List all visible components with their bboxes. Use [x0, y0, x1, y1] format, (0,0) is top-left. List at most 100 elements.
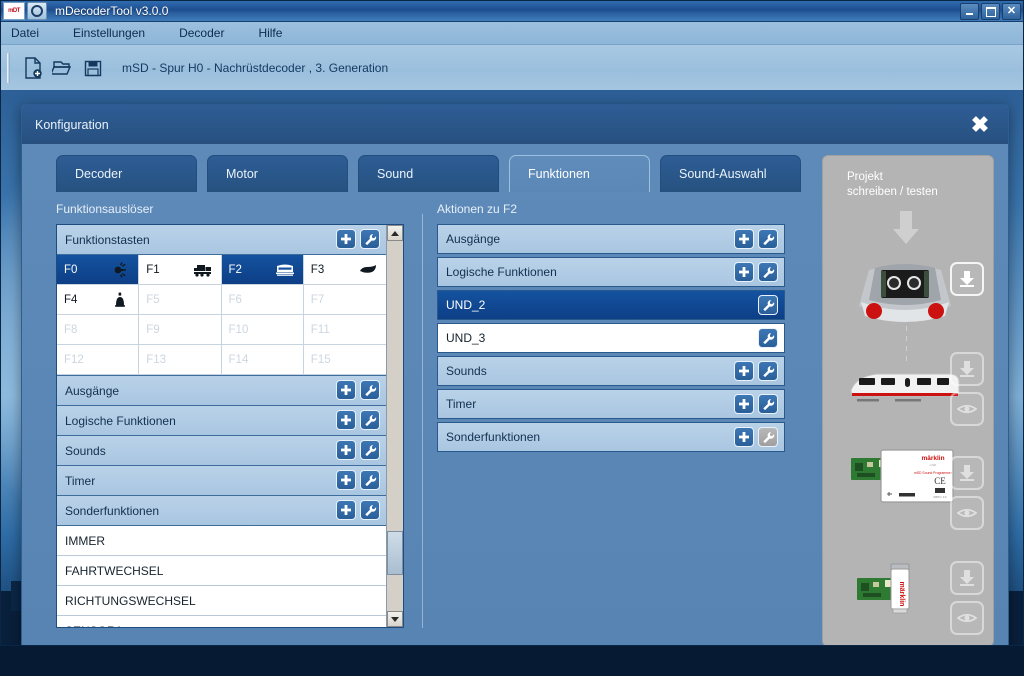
menu-item-hilfe[interactable]: Hilfe	[258, 26, 282, 40]
settings-button[interactable]	[758, 361, 778, 381]
empty-icon	[110, 321, 130, 339]
function-key-f14-cell[interactable]: F14	[222, 345, 304, 375]
scrollbar-thumb[interactable]	[387, 531, 403, 575]
function-key-f1-cell[interactable]: F1	[139, 255, 221, 285]
test-button[interactable]	[950, 496, 984, 530]
function-key-label: F8	[64, 324, 77, 336]
maximize-button[interactable]	[981, 3, 1000, 20]
function-key-f4-cell[interactable]: F4	[57, 285, 139, 315]
vertical-scrollbar[interactable]	[386, 225, 403, 627]
settings-button[interactable]	[758, 394, 778, 414]
group-row-sonderfunktionen[interactable]: Sonderfunktionen	[57, 496, 386, 526]
settings-button[interactable]	[758, 427, 778, 447]
action-row-sonderfunktionen[interactable]: Sonderfunktionen	[437, 422, 785, 452]
write-button[interactable]	[950, 262, 984, 296]
write-button[interactable]	[950, 456, 984, 490]
settings-button[interactable]	[360, 380, 380, 400]
scroll-up-arrow[interactable]	[387, 225, 403, 241]
function-key-f5-cell[interactable]: F5	[139, 285, 221, 315]
function-key-f3-cell[interactable]: F3	[304, 255, 386, 285]
settings-button[interactable]	[360, 470, 380, 490]
action-row-ausgaenge[interactable]: Ausgänge	[437, 224, 785, 254]
tab-sound-auswahl[interactable]: Sound-Auswahl	[660, 155, 801, 192]
function-key-row: F8 F9 F10	[57, 315, 386, 345]
write-button[interactable]	[950, 561, 984, 595]
add-button[interactable]	[336, 380, 356, 400]
add-button[interactable]	[336, 440, 356, 460]
function-key-f12-cell[interactable]: F12	[57, 345, 139, 375]
add-button[interactable]	[336, 500, 356, 520]
tab-sound[interactable]: Sound	[358, 155, 499, 192]
function-key-f6-cell[interactable]: F6	[222, 285, 304, 315]
add-button[interactable]	[336, 410, 356, 430]
tab-decoder[interactable]: Decoder	[56, 155, 197, 192]
add-button[interactable]	[336, 229, 356, 249]
add-button[interactable]	[734, 361, 754, 381]
new-file-button[interactable]	[18, 53, 48, 83]
group-row-logische-funktionen[interactable]: Logische Funktionen	[57, 406, 386, 436]
action-row-timer[interactable]: Timer	[437, 389, 785, 419]
menu-item-einstellungen[interactable]: Einstellungen	[73, 26, 145, 40]
settings-button[interactable]	[360, 410, 380, 430]
function-key-f7-cell[interactable]: F7	[304, 285, 386, 315]
tab-motor[interactable]: Motor	[207, 155, 348, 192]
group-label: Sonderfunktionen	[65, 504, 159, 518]
toolbar-grip[interactable]	[7, 53, 10, 83]
add-button[interactable]	[734, 229, 754, 249]
function-key-f8-cell[interactable]: F8	[57, 315, 139, 345]
empty-icon	[193, 321, 213, 339]
settings-button[interactable]	[758, 295, 778, 315]
list-item-immer[interactable]: IMMER	[57, 526, 386, 556]
dialog-close-icon[interactable]: ✖	[968, 113, 992, 137]
group-row-sounds[interactable]: Sounds	[57, 436, 386, 466]
download-icon	[958, 569, 976, 587]
open-file-button[interactable]	[48, 53, 78, 83]
tab-funktionen[interactable]: Funktionen	[509, 155, 650, 192]
save-file-button[interactable]	[78, 53, 108, 83]
test-button[interactable]	[950, 601, 984, 635]
function-key-row: F4	[57, 285, 386, 315]
function-key-f11-cell[interactable]: F11	[304, 315, 386, 345]
list-item-fahrtwechsel[interactable]: FAHRTWECHSEL	[57, 556, 386, 586]
empty-icon	[193, 351, 213, 369]
menu-item-decoder[interactable]: Decoder	[179, 26, 224, 40]
group-row-funktionstasten[interactable]: Funktionstasten	[57, 225, 386, 255]
settings-button[interactable]	[758, 262, 778, 282]
add-button[interactable]	[336, 470, 356, 490]
function-key-label: F10	[229, 324, 249, 336]
lamp-icon	[110, 261, 130, 279]
dialog-header: Konfiguration ✖	[22, 105, 1008, 144]
minimize-button[interactable]	[960, 3, 979, 20]
settings-button[interactable]	[758, 229, 778, 249]
settings-button[interactable]	[360, 500, 380, 520]
test-button[interactable]	[950, 392, 984, 426]
menu-bar: Datei Einstellungen Decoder Hilfe	[1, 22, 1023, 45]
add-button[interactable]	[734, 394, 754, 414]
settings-button[interactable]	[360, 440, 380, 460]
group-row-ausgaenge[interactable]: Ausgänge	[57, 376, 386, 406]
function-key-f2-cell[interactable]: F2	[222, 255, 304, 285]
add-button[interactable]	[734, 427, 754, 447]
function-key-f13-cell[interactable]: F13	[139, 345, 221, 375]
group-row-timer[interactable]: Timer	[57, 466, 386, 496]
settings-button[interactable]	[360, 229, 380, 249]
function-key-f15-cell[interactable]: F15	[304, 345, 386, 375]
settings-button[interactable]	[758, 328, 778, 348]
app-logo-icon	[27, 2, 47, 20]
add-button[interactable]	[734, 262, 754, 282]
action-row-logische-funktionen[interactable]: Logische Funktionen	[437, 257, 785, 287]
scroll-down-arrow[interactable]	[387, 611, 403, 627]
function-key-f0-cell[interactable]: F0	[57, 255, 139, 285]
close-button[interactable]: ✕	[1002, 3, 1021, 20]
list-item-richtungswechsel[interactable]: RICHTUNGSWECHSEL	[57, 586, 386, 616]
action-row-und-2[interactable]: UND_2	[437, 290, 785, 320]
menu-item-datei[interactable]: Datei	[11, 26, 39, 40]
function-key-f10-cell[interactable]: F10	[222, 315, 304, 345]
action-row-und-3[interactable]: UND_3	[437, 323, 785, 353]
write-button[interactable]	[950, 352, 984, 386]
programmer-box-image: märklin mSD mSD Sound Programmer CE 6097…	[845, 446, 961, 510]
list-item-sensor1[interactable]: SENSOR1	[57, 616, 386, 627]
action-label: UND_2	[446, 298, 485, 312]
action-row-sounds[interactable]: Sounds	[437, 356, 785, 386]
function-key-f9-cell[interactable]: F9	[139, 315, 221, 345]
